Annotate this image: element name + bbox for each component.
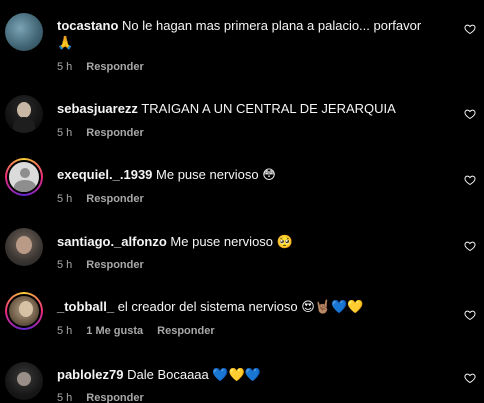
- comment-item: santiago._alfonzo Me puse nervioso 🥺 5 h…: [0, 215, 484, 275]
- avatar[interactable]: [5, 292, 43, 330]
- reply-button[interactable]: Responder: [86, 192, 143, 206]
- likes-count[interactable]: 1 Me gusta: [86, 324, 143, 338]
- comment-time: 5 h: [57, 259, 73, 271]
- reply-button[interactable]: Responder: [86, 391, 143, 403]
- comment-item: tocastano No le hagan mas primera plana …: [0, 0, 484, 80]
- comment-time: 5 h: [57, 325, 73, 337]
- heart-icon[interactable]: [464, 240, 476, 252]
- comment-username[interactable]: exequiel._.1939: [57, 167, 152, 182]
- comment-time: 5 h: [57, 127, 73, 139]
- comment-text: No le hagan mas primera plana a palacio.…: [122, 18, 422, 33]
- heart-icon[interactable]: [464, 309, 476, 321]
- comment-item: sebasjuarezz TRAIGAN A UN CENTRAL DE JER…: [0, 85, 484, 145]
- comment-emoji: 🥺: [276, 235, 293, 250]
- comment-meta: 5 h 1 Me gusta Responder: [57, 324, 215, 338]
- comment-username[interactable]: sebasjuarezz: [57, 101, 138, 116]
- heart-icon[interactable]: [464, 23, 476, 35]
- comment-emoji: 💙💛💙: [212, 368, 261, 383]
- avatar[interactable]: [5, 13, 43, 51]
- comment-item: pablolez79 Dale Bocaaaa 💙💛💙 5 h Responde…: [0, 350, 484, 403]
- avatar[interactable]: [5, 362, 43, 400]
- heart-icon[interactable]: [464, 372, 476, 384]
- reply-button[interactable]: Responder: [157, 324, 214, 338]
- comment-item: exequiel._.1939 Me puse nervioso 😳 5 h R…: [0, 150, 484, 210]
- comment-meta: 5 h Responder: [57, 391, 144, 403]
- reply-button[interactable]: Responder: [86, 60, 143, 74]
- comment-text: Me puse nervioso: [156, 167, 259, 182]
- reply-button[interactable]: Responder: [86, 258, 143, 272]
- heart-icon[interactable]: [464, 174, 476, 186]
- comment-username[interactable]: _tobball_: [57, 299, 114, 314]
- reply-button[interactable]: Responder: [86, 126, 143, 140]
- comment-meta: 5 h Responder: [57, 60, 144, 74]
- comment-time: 5 h: [57, 193, 73, 205]
- comment-meta: 5 h Responder: [57, 258, 144, 272]
- comment-username[interactable]: tocastano: [57, 18, 118, 33]
- heart-icon[interactable]: [464, 108, 476, 120]
- comment-time: 5 h: [57, 61, 73, 73]
- comment-item: _tobball_ el creador del sistema nervios…: [0, 280, 484, 345]
- comment-text: Dale Bocaaaa: [127, 367, 209, 382]
- avatar[interactable]: [5, 228, 43, 266]
- avatar[interactable]: [5, 158, 43, 196]
- comment-username[interactable]: santiago._alfonzo: [57, 234, 167, 249]
- comment-text: TRAIGAN A UN CENTRAL DE JERARQUIA: [141, 101, 396, 116]
- avatar[interactable]: [5, 95, 43, 133]
- comment-time: 5 h: [57, 392, 73, 403]
- comment-emoji: 🙏: [57, 36, 74, 51]
- comment-username[interactable]: pablolez79: [57, 367, 123, 382]
- comment-meta: 5 h Responder: [57, 126, 144, 140]
- comment-emoji: 😳: [262, 168, 276, 183]
- comment-emoji: 😍🤘🏽💙💛: [301, 300, 364, 315]
- comment-text: Me puse nervioso: [170, 234, 274, 249]
- comment-meta: 5 h Responder: [57, 192, 144, 206]
- comment-text: el creador del sistema nervioso: [117, 299, 298, 314]
